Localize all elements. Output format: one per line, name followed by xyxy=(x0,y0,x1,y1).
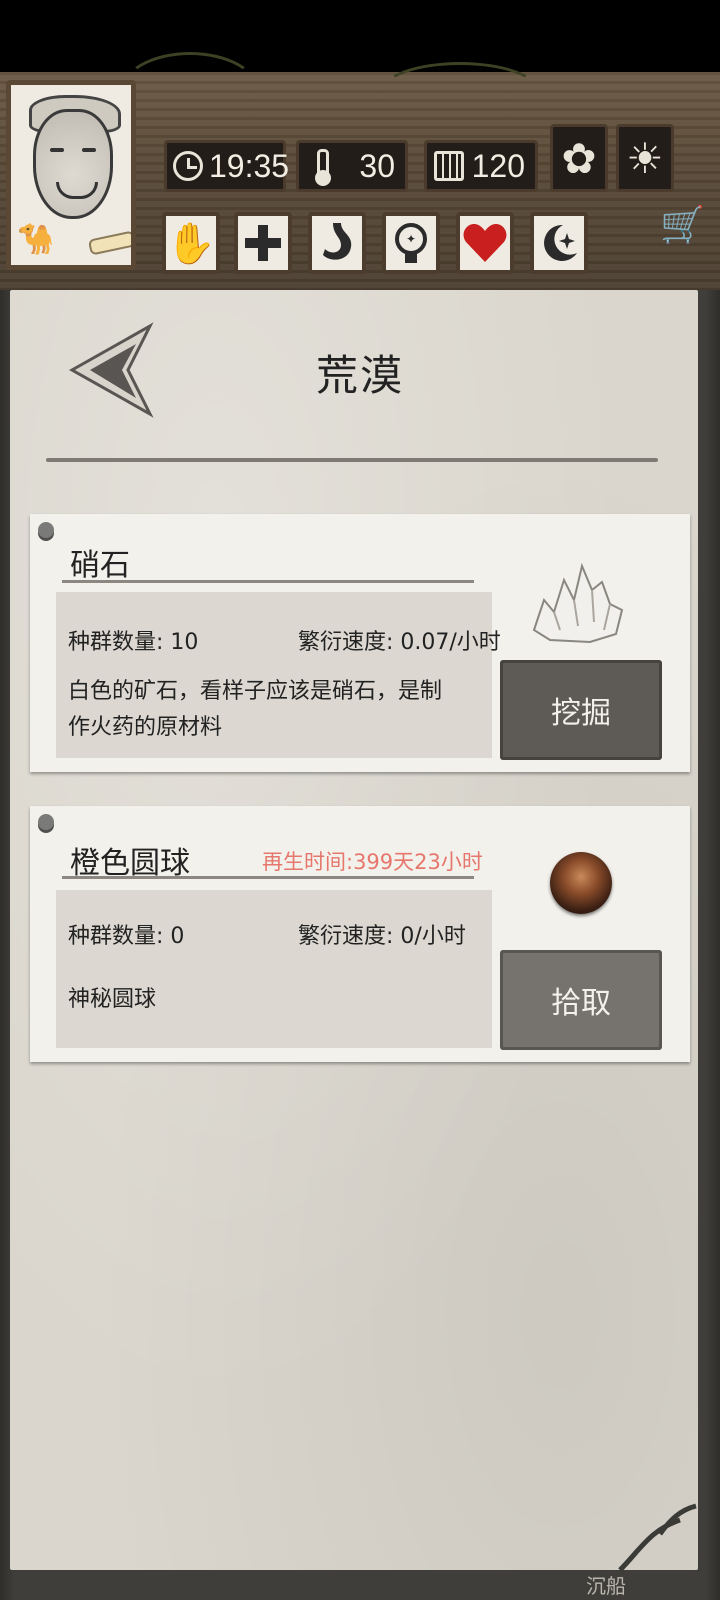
name-underline xyxy=(62,580,474,583)
population-label: 种群数量: 0 xyxy=(68,924,185,949)
title-divider xyxy=(46,458,658,462)
character-portrait[interactable]: 🐪 xyxy=(6,80,136,270)
saltpeter-image xyxy=(532,562,624,644)
vine-decoration xyxy=(380,62,540,122)
pin-icon xyxy=(38,522,54,538)
sun-icon[interactable]: ☀ xyxy=(616,124,674,192)
speed-label: 繁衍速度: 0.07/小时 xyxy=(298,630,501,655)
days-value: 120 xyxy=(471,147,525,184)
face xyxy=(33,109,113,219)
stomach-icon[interactable] xyxy=(308,212,366,274)
hand-icon[interactable]: ✋ xyxy=(162,212,220,274)
temperature-display: 30 xyxy=(296,140,408,192)
population-label: 种群数量: 10 xyxy=(68,630,199,655)
medical-cross-icon[interactable] xyxy=(234,212,292,274)
description-line: 作火药的原材料 xyxy=(68,715,223,740)
clock-icon xyxy=(173,148,203,184)
thermometer-icon xyxy=(305,148,341,186)
vine-decoration xyxy=(618,1503,697,1572)
location-hint: 沉船 xyxy=(586,1574,626,1598)
camel-icon: 🐪 xyxy=(17,222,55,257)
speed-label: 繁衍速度: 0/小时 xyxy=(298,924,466,949)
vine-decoration xyxy=(120,52,260,132)
orange-orb-image xyxy=(550,852,612,914)
sunflower-icon[interactable]: ✿ xyxy=(550,124,608,192)
resource-card-orange-orb: 橙色圆球 再生时间:399天23小时 种群数量: 0 繁衍速度: 0/小时 神秘… xyxy=(30,806,690,1062)
heart-icon[interactable] xyxy=(456,212,514,274)
system-status-bar xyxy=(0,0,720,72)
resource-description: 神秘圆球 xyxy=(68,982,156,1018)
description-line: 神秘圆球 xyxy=(68,987,157,1012)
time-value: 19:35 xyxy=(209,147,290,184)
head-mind-icon[interactable]: ✦ xyxy=(382,212,440,274)
days-display: 120 xyxy=(424,140,538,192)
regen-time-label: 再生时间:399天23小时 xyxy=(262,850,483,874)
pickup-button[interactable]: 拾取 xyxy=(500,950,662,1050)
bread-icon xyxy=(87,230,131,256)
page-title: 荒漠 xyxy=(315,351,404,400)
resource-card-saltpeter: 硝石 种群数量: 10 繁衍速度: 0.07/小时 白色的矿石，看样子应该是硝石… xyxy=(30,514,690,772)
shop-cart-icon[interactable]: 🛒 xyxy=(660,205,706,247)
pin-icon xyxy=(38,814,54,830)
resource-description: 白色的矿石，看样子应该是硝石，是制 作火药的原材料 xyxy=(68,674,442,746)
dig-button[interactable]: 挖掘 xyxy=(500,660,662,760)
resource-info-panel xyxy=(56,890,492,1048)
moon-star-icon[interactable] xyxy=(530,212,588,274)
time-display: 19:35 xyxy=(164,140,289,192)
temperature-value: 30 xyxy=(359,147,395,184)
calendar-icon xyxy=(433,148,466,184)
description-line: 白色的矿石，看样子应该是硝石，是制 xyxy=(68,679,443,704)
svg-text:✦: ✦ xyxy=(406,232,416,246)
resource-name: 硝石 xyxy=(70,548,130,583)
name-underline xyxy=(62,876,474,879)
